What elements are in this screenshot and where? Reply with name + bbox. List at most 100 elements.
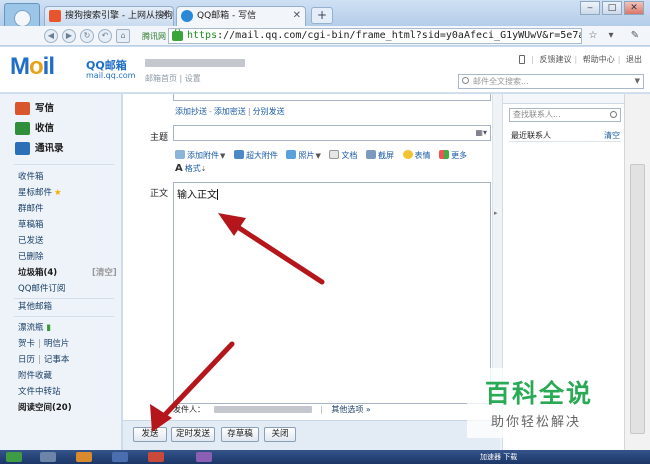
recent-contacts-clear[interactable]: 清空 (604, 130, 620, 141)
logout-link[interactable]: 退出 (626, 55, 642, 64)
tab-close-icon[interactable]: ✕ (293, 7, 301, 25)
contact-search-input[interactable]: 查找联系人... (509, 108, 621, 122)
app-calendar[interactable]: 日历 (18, 355, 35, 365)
phone-icon[interactable] (519, 55, 526, 64)
chevron-down-icon[interactable]: ▼ (220, 152, 225, 160)
qq-subscribe[interactable]: QQ邮件订阅 (18, 283, 65, 296)
app-postcard[interactable]: 明信片 (44, 339, 70, 349)
sidebar-contacts[interactable]: 通讯录 (15, 142, 64, 156)
dropdown-icon[interactable]: ▾ (604, 29, 618, 43)
taskbar-app-icon[interactable] (148, 452, 164, 462)
sidebar-contacts-label: 通讯录 (35, 143, 64, 154)
folder-trash[interactable]: 垃圾箱(4) [清空] (18, 267, 117, 280)
compose-icon (15, 102, 30, 115)
chevron-right-icon[interactable]: ▸ (494, 209, 498, 217)
search-icon (610, 111, 617, 118)
large-attachment-button[interactable]: 超大附件 (233, 150, 278, 160)
add-bcc-link[interactable]: 添加密送 (214, 107, 246, 116)
folder-inbox[interactable]: 收件箱 (18, 171, 44, 184)
subject-input[interactable]: ▦▾ (173, 125, 491, 141)
home-icon[interactable]: ⌂ (116, 29, 130, 43)
scheduled-send-button[interactable]: 定时发送 (171, 427, 215, 442)
account-links[interactable]: 邮箱首页 | 设置 (145, 73, 201, 84)
chevron-down-icon[interactable]: ▼ (315, 152, 320, 160)
sender-address-blurred[interactable] (213, 406, 312, 413)
app-notepad[interactable]: 记事本 (44, 355, 70, 365)
scrollbar-thumb[interactable] (630, 164, 645, 434)
sidebar-inbox[interactable]: 收信 (15, 122, 54, 136)
close-button[interactable]: 关闭 (264, 427, 296, 442)
separate-send-link[interactable]: 分别发送 (253, 107, 285, 116)
send-button[interactable]: 发送 (133, 427, 167, 442)
app-attachment-fav[interactable]: 附件收藏 (18, 370, 52, 383)
app-drift-bottle[interactable]: 漂流瓶 ▮ (18, 322, 51, 335)
maximize-button[interactable]: □ (602, 1, 622, 15)
search-icon (462, 77, 469, 84)
other-mailboxes[interactable]: 其他邮箱 (18, 301, 52, 314)
font-format-icon: A (175, 163, 183, 174)
trash-clear-link[interactable]: [清空] (92, 267, 117, 280)
browser-tab-sogou[interactable]: 搜狗搜索引擎 - 上网从搜狗 ✕ (44, 6, 174, 26)
avatar-head-shape (14, 10, 31, 27)
screenshot-button[interactable]: 截屏 (365, 150, 394, 160)
help-link[interactable]: 帮助中心 (583, 55, 615, 64)
start-icon[interactable] (6, 452, 22, 462)
compose-action-bar: 发送 定时发送 存草稿 关闭 (123, 420, 500, 450)
format-button[interactable]: A 格式⇣ (175, 163, 207, 174)
address-bar[interactable]: https://mail.qq.com/cgi-bin/frame_html?s… (168, 28, 582, 44)
paperclip-icon (175, 150, 185, 159)
save-draft-button[interactable]: 存草稿 (221, 427, 259, 442)
bookmark-tencent[interactable]: 腾讯网 (142, 31, 166, 42)
browser-nav-bar: ◀ ▶ ↻ ↶ ⌂ 腾讯网 https://mail.qq.com/cgi-bi… (0, 26, 650, 46)
app-reading-space[interactable]: 阅读空间(20) (18, 402, 72, 415)
app-greeting-card[interactable]: 贺卡 (18, 339, 35, 349)
chevron-down-icon[interactable]: ⇣ (201, 165, 207, 173)
contacts-tab-strip[interactable] (503, 94, 625, 104)
cc-links: 添加抄送 - 添加密送 | 分别发送 (175, 107, 285, 116)
taskbar-app-icon[interactable] (40, 452, 56, 462)
taskbar-app-icon[interactable] (112, 452, 128, 462)
emoji-button[interactable]: 表情 (402, 150, 431, 160)
taskbar-app-icon[interactable] (76, 452, 92, 462)
tab-close-icon[interactable]: ✕ (161, 7, 169, 25)
minimize-button[interactable]: ‒ (580, 1, 600, 15)
to-field[interactable] (173, 94, 491, 101)
browser-tab-qqmail[interactable]: QQ邮箱 - 写信 ✕ (176, 6, 306, 27)
new-tab-button[interactable]: + (311, 7, 333, 24)
page-scrollbar[interactable] (624, 94, 650, 450)
photo-button[interactable]: 照片▼ (286, 150, 321, 160)
feedback-link[interactable]: 反馈建议 (540, 55, 572, 64)
forward-icon[interactable]: ▶ (62, 29, 76, 43)
folder-deleted[interactable]: 已删除 (18, 251, 44, 264)
mail-search-input[interactable]: 邮件全文搜索... ▼ (458, 74, 644, 89)
more-button[interactable]: 更多 (439, 150, 467, 160)
body-text-content: 输入正文 (177, 190, 217, 201)
body-editor[interactable]: 输入正文 (173, 182, 491, 404)
chevron-down-icon[interactable]: ▼ (635, 75, 640, 88)
close-window-button[interactable]: ✕ (624, 1, 644, 15)
document-button[interactable]: 文档 (329, 150, 357, 160)
qqmail-logo[interactable]: Moil (10, 55, 55, 79)
add-cc-link[interactable]: 添加抄送 (175, 107, 207, 116)
add-attachment-button[interactable]: 添加附件▼ (175, 150, 225, 160)
search-placeholder: 邮件全文搜索... (473, 77, 529, 86)
refresh-icon[interactable]: ↻ (80, 29, 94, 43)
scissors-icon (365, 150, 376, 159)
folder-sent[interactable]: 已发送 (18, 235, 44, 248)
taskbar-app-icon[interactable] (196, 452, 212, 462)
undo-close-icon[interactable]: ↶ (98, 29, 112, 43)
app-file-transfer[interactable]: 文件中转站 (18, 386, 61, 399)
body-text: 输入正文 (177, 186, 218, 201)
tools-icon[interactable]: ✎ (628, 29, 642, 43)
app-calendar-row: 日历 | 记事本 (18, 355, 70, 365)
sidebar-compose[interactable]: 写信 (15, 102, 54, 116)
subject-picker-icon[interactable]: ▦▾ (475, 128, 487, 137)
more-icon (439, 150, 450, 159)
folder-starred[interactable]: 星标邮件 ★ (18, 187, 62, 200)
folder-drafts[interactable]: 草稿箱 (18, 219, 44, 232)
other-options-link[interactable]: 其他选项 » (331, 405, 370, 414)
back-icon[interactable]: ◀ (44, 29, 58, 43)
folder-group[interactable]: 群邮件 (18, 203, 44, 216)
star-icon[interactable]: ☆ (586, 29, 600, 43)
url-scheme: https (187, 30, 218, 41)
